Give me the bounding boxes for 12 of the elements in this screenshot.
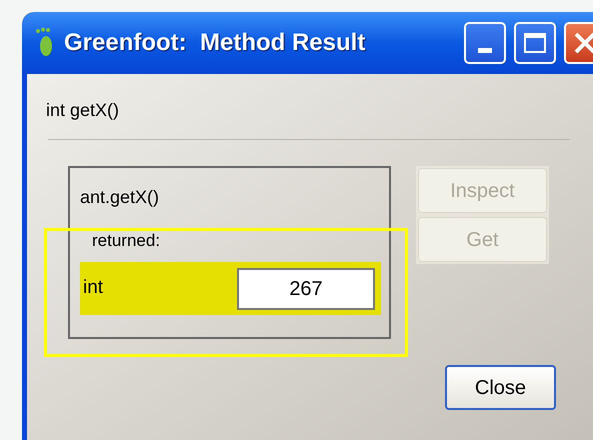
minimize-icon xyxy=(478,48,492,53)
method-signature: int getX() xyxy=(46,99,120,122)
window-title: Greenfoot: Method Result xyxy=(64,28,366,58)
returned-label: returned: xyxy=(92,230,160,252)
close-icon xyxy=(573,31,593,55)
result-value-field: 267 xyxy=(237,268,375,310)
close-button[interactable]: Close xyxy=(445,365,556,410)
method-call: ant.getX() xyxy=(80,186,160,209)
maximize-button[interactable] xyxy=(514,22,556,64)
minimize-button[interactable] xyxy=(464,22,506,64)
result-type: int xyxy=(83,276,104,300)
maximize-icon xyxy=(524,33,546,53)
